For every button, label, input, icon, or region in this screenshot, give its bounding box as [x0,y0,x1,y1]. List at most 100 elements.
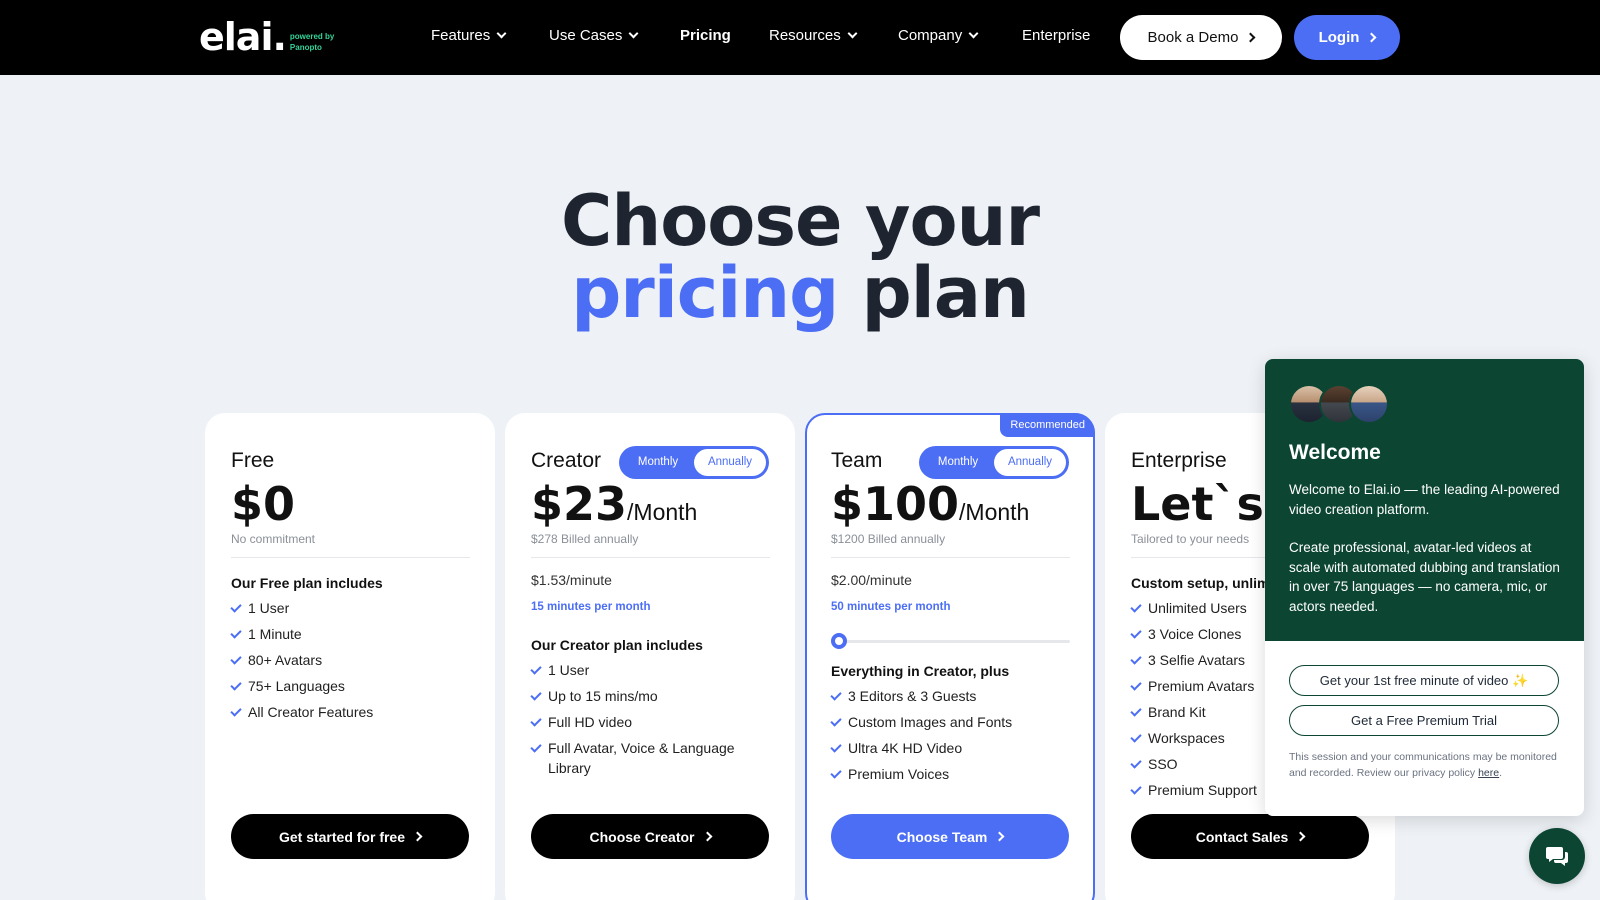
agent-avatars [1289,384,1389,424]
page-title: Choose your pricing plan [0,185,1600,329]
plan-card-creator: Creator Monthly Annually $23/Month $278 … [505,413,795,900]
privacy-note: This session and your communications may… [1289,749,1564,781]
nav-enterprise-label: Enterprise [1022,27,1091,44]
plan-card-free: Free $0 No commitment Our Free plan incl… [205,413,495,900]
features-title: Our Free plan includes [231,575,383,591]
nav-pricing-label: Pricing [680,27,731,44]
free-minute-button[interactable]: Get your 1st free minute of video ✨ [1289,665,1559,696]
divider [231,557,470,558]
plan-price: $0 [231,475,295,533]
minutes-per-month: 15 minutes per month [531,601,651,613]
cta-label: Get started for free [278,828,406,845]
book-demo-button[interactable]: Book a Demo [1120,15,1282,60]
toggle-annually[interactable]: Annually [994,449,1066,476]
book-demo-label: Book a Demo [1147,29,1239,46]
feature-item: 75+ Languages [231,676,471,696]
plan-billed-note: $278 Billed annually [531,532,639,546]
free-trial-button[interactable]: Get a Free Premium Trial [1289,705,1559,736]
cta-label: Choose Team [896,828,988,845]
plan-name: Free [231,449,275,472]
chat-header: Welcome Welcome to Elai.io — the leading… [1265,359,1584,641]
nav-features-label: Features [431,27,491,44]
feature-item: 3 Editors & 3 Guests [831,686,1071,706]
cta-label: Contact Sales [1195,828,1289,845]
logo-sub-line1: powered by [289,32,335,41]
title-line1: Choose your [561,180,1040,262]
top-nav: elai. powered by Panopto Features Use Ca… [0,0,1600,75]
plan-name: Enterprise [1131,449,1227,472]
chat-widget: Welcome Welcome to Elai.io — the leading… [1265,359,1584,816]
chat-paragraph: Create professional, avatar-led videos a… [1289,540,1560,614]
login-button[interactable]: Login [1294,15,1400,60]
elai-logo[interactable]: elai. powered by Panopto [199,18,334,56]
get-started-free-button[interactable]: Get started for free [231,814,469,859]
choose-creator-button[interactable]: Choose Creator [531,814,769,859]
chat-paragraph: Welcome to Elai.io — the leading AI-powe… [1289,482,1560,517]
feature-item: Ultra 4K HD Video [831,738,1071,758]
chevron-down-icon [847,28,858,39]
plan-card-team: Recommended Team Monthly Annually $100/M… [805,413,1095,900]
chat-message: Welcome to Elai.io — the leading AI-powe… [1289,480,1564,635]
feature-item: 1 User [531,660,771,680]
avatar [1349,384,1389,424]
plan-name: Creator [531,449,602,472]
features-list: 3 Editors & 3 Guests Custom Images and F… [831,686,1071,790]
chat-launcher-button[interactable] [1529,828,1585,884]
chat-title: Welcome [1289,441,1381,464]
toggle-monthly[interactable]: Monthly [922,449,994,476]
minutes-per-month: 50 minutes per month [831,601,951,613]
title-accent: pricing [571,252,839,334]
recommended-badge: Recommended [1000,413,1095,437]
nav-pricing[interactable]: Pricing [680,27,731,44]
minutes-slider[interactable] [831,633,1070,649]
per-minute-rate: $2.00/minute [831,572,912,588]
title-rest: plan [861,252,1030,334]
nav-use-cases[interactable]: Use Cases [549,27,639,44]
price-value: $23 [531,477,628,531]
chevron-down-icon [968,28,979,39]
nav-features[interactable]: Features [431,27,507,44]
toggle-monthly[interactable]: Monthly [622,449,694,476]
chat-bubble-icon [1546,847,1568,866]
logo-powered-by: powered by Panopto [290,31,334,53]
logo-sub-line2: Panopto [289,43,322,52]
per-minute-rate: $1.53/minute [531,572,612,588]
logo-wordmark: elai. [199,15,287,59]
nav-resources[interactable]: Resources [769,27,858,44]
divider [831,557,1070,558]
nav-company-label: Company [898,27,963,44]
features-list: 1 User 1 Minute 80+ Avatars 75+ Language… [231,598,471,728]
feature-item: All Creator Features [231,702,471,722]
feature-item: Full HD video [531,712,771,732]
contact-sales-button[interactable]: Contact Sales [1131,814,1369,859]
features-title: Everything in Creator, plus [831,663,1010,679]
chevron-right-icon [412,831,423,842]
price-value: $100 [831,477,960,531]
choose-team-button[interactable]: Choose Team [831,814,1069,859]
chevron-down-icon [496,28,507,39]
login-label: Login [1318,29,1360,46]
feature-item: 1 User [231,598,471,618]
privacy-link[interactable]: here [1478,767,1499,779]
chevron-right-icon [1366,32,1377,43]
chevron-right-icon [1245,32,1256,43]
feature-item: 80+ Avatars [231,650,471,670]
price-period: /Month [627,499,698,525]
toggle-annually[interactable]: Annually [694,449,766,476]
nav-resources-label: Resources [769,27,841,44]
privacy-note-end: . [1499,767,1503,779]
nav-company[interactable]: Company [898,27,979,44]
nav-enterprise[interactable]: Enterprise [1022,27,1090,44]
price-period: /Month [959,499,1030,525]
feature-item: Premium Voices [831,764,1071,784]
features-title: Custom setup, unlim [1131,575,1270,591]
chevron-down-icon [628,28,639,39]
chevron-right-icon [994,831,1005,842]
cta-label: Choose Creator [589,828,695,845]
feature-item: Up to 15 mins/mo [531,686,771,706]
divider [531,557,770,558]
slider-thumb[interactable] [831,633,847,649]
plan-billed-note: $1200 Billed annually [831,532,946,546]
features-list: 1 User Up to 15 mins/mo Full HD video Fu… [531,660,771,784]
slider-track[interactable] [831,640,1070,643]
